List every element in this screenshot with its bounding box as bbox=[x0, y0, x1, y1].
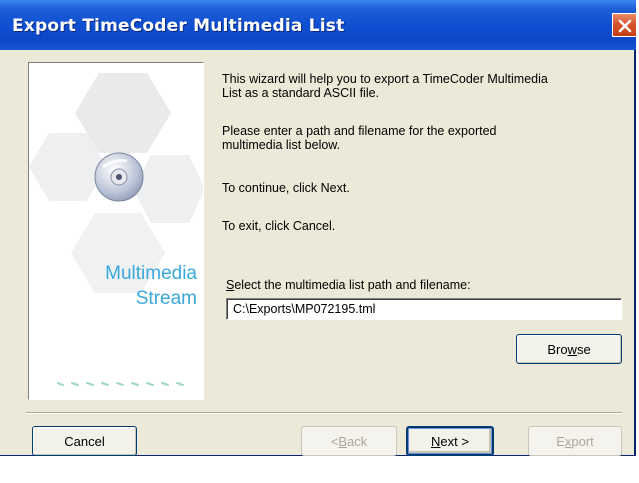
path-field-label: Select the multimedia list path and file… bbox=[226, 278, 471, 292]
export-label-a: E bbox=[556, 433, 565, 449]
decor-dash bbox=[116, 382, 124, 386]
cancel-button[interactable]: Cancel bbox=[32, 426, 137, 456]
next-label: ext > bbox=[440, 433, 469, 449]
instruction-paragraph: Please enter a path and filename for the… bbox=[222, 124, 497, 152]
intro-line-1: This wizard will help you to export a Ti… bbox=[222, 72, 548, 86]
back-access-key: B bbox=[338, 433, 348, 449]
cd-icon bbox=[94, 152, 144, 202]
decor-dash bbox=[101, 382, 109, 386]
back-label-b: ack bbox=[347, 433, 368, 449]
instruction-line-1: Please enter a path and filename for the… bbox=[222, 124, 497, 138]
close-icon bbox=[618, 19, 632, 33]
decor-dash bbox=[131, 382, 139, 386]
decor-dash bbox=[146, 382, 154, 386]
intro-line-2: List as a standard ASCII file. bbox=[222, 86, 380, 100]
back-button[interactable]: < Back bbox=[301, 426, 397, 456]
decor-dash bbox=[161, 382, 169, 386]
brand-text-stream: Stream bbox=[135, 288, 197, 309]
footer-separator bbox=[26, 412, 622, 414]
exit-text: To exit, click Cancel. bbox=[222, 219, 336, 233]
export-button[interactable]: Ex port bbox=[528, 426, 622, 456]
browse-label-a: Bro bbox=[547, 341, 568, 357]
decor-dash bbox=[176, 382, 184, 386]
wizard-window: Export TimeCoder Multimedia List Multime… bbox=[0, 0, 636, 456]
title-bar[interactable]: Export TimeCoder Multimedia List bbox=[0, 0, 636, 50]
close-button[interactable] bbox=[612, 13, 636, 37]
wizard-image-panel: Multimedia Stream bbox=[28, 62, 204, 400]
window-title: Export TimeCoder Multimedia List bbox=[12, 16, 345, 36]
brand-text-multimedia: Multimedia bbox=[105, 263, 197, 284]
browse-label-b: se bbox=[576, 341, 591, 357]
decor-dash bbox=[57, 382, 64, 386]
next-access-key: N bbox=[431, 433, 441, 449]
path-label-text: elect the multimedia list path and filen… bbox=[234, 278, 471, 292]
decor-dash bbox=[71, 382, 79, 386]
export-label-b: port bbox=[571, 433, 594, 449]
continue-text: To continue, click Next. bbox=[222, 181, 350, 195]
intro-paragraph: This wizard will help you to export a Ti… bbox=[222, 72, 548, 100]
next-button[interactable]: Next > bbox=[406, 426, 494, 456]
decorative-dots bbox=[57, 382, 184, 386]
instruction-line-2: multimedia list below. bbox=[222, 138, 341, 152]
browse-access-key: w bbox=[567, 341, 577, 357]
browse-button[interactable]: Bro w se bbox=[516, 334, 622, 364]
decor-dash bbox=[86, 382, 94, 386]
path-filename-input[interactable] bbox=[226, 298, 622, 320]
back-label-a: < bbox=[330, 433, 339, 449]
